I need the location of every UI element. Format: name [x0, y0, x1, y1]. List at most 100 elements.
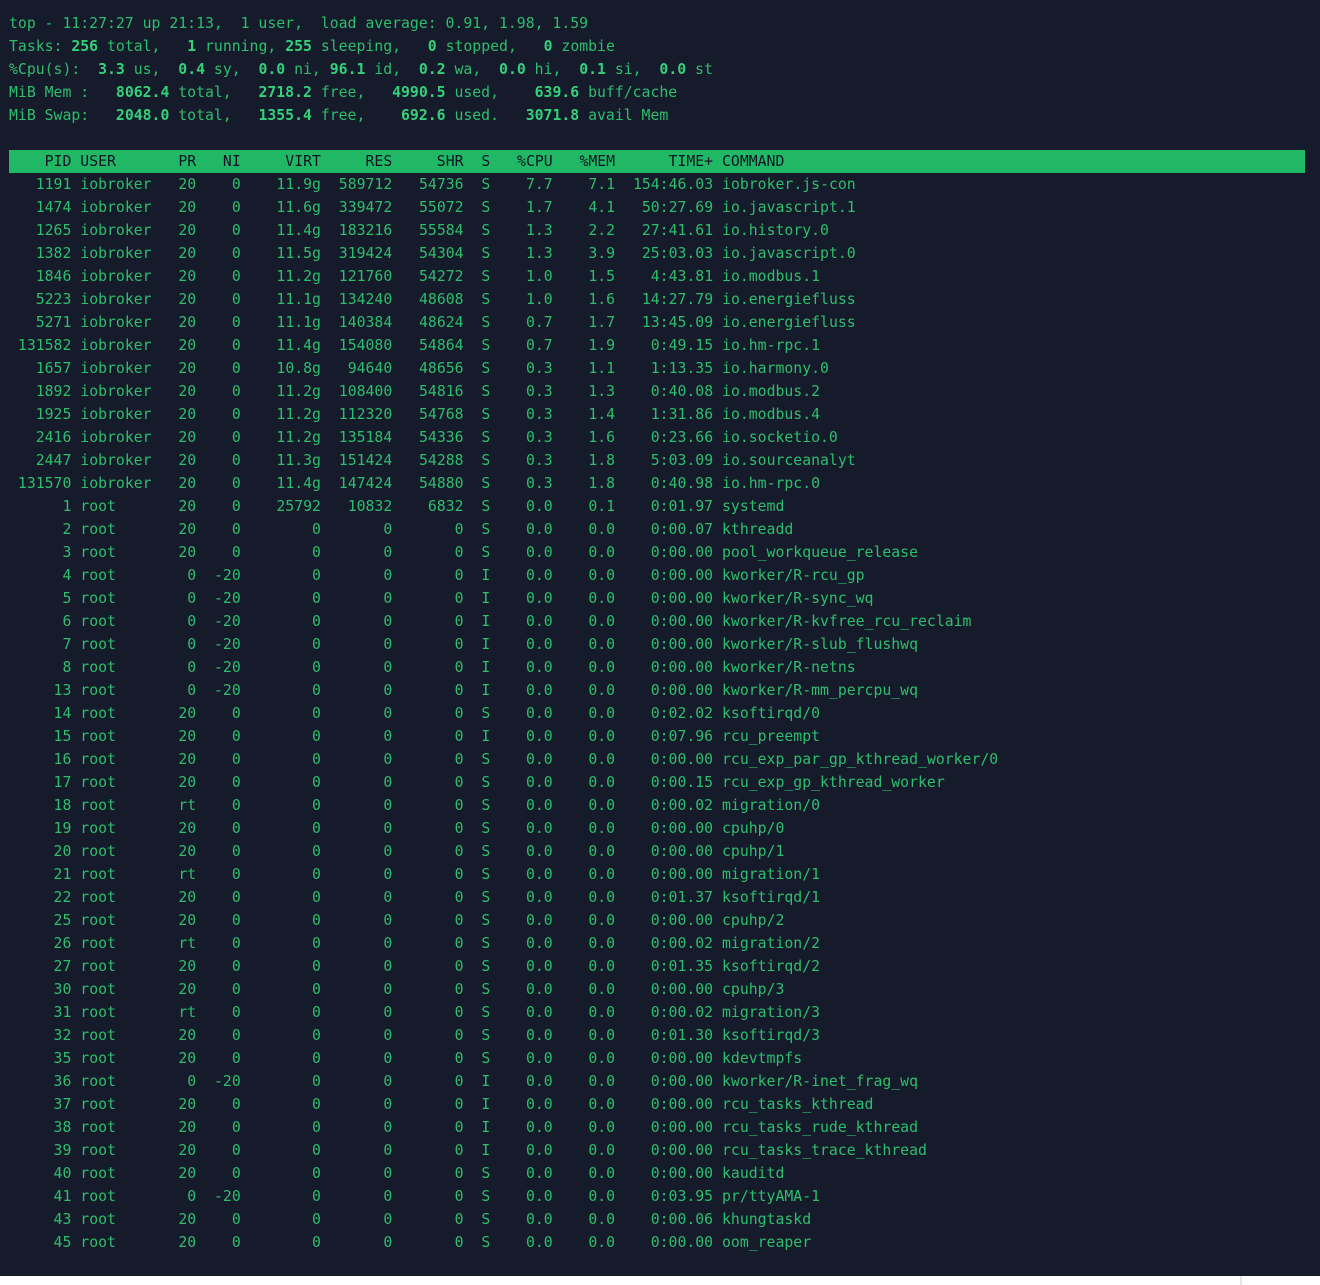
process-row[interactable]: 19 root 20 0 0 0 0 S 0.0 0.0 0:00.00 cpu…	[9, 817, 785, 840]
cell-user: root	[80, 567, 116, 584]
cell-mem: 0.0	[588, 1027, 616, 1044]
process-row[interactable]: 5223 iobroker 20 0 11.1g 134240 48608 S …	[9, 288, 856, 311]
cell-shr: 0	[454, 1165, 464, 1182]
cell-command: ksoftirqd/1	[722, 889, 821, 906]
process-row[interactable]: 39 root 20 0 0 0 0 I 0.0 0.0 0:00.00 rcu…	[9, 1139, 927, 1162]
cell-cpu: 0.0	[525, 521, 553, 538]
process-row[interactable]: 1382 iobroker 20 0 11.5g 319424 54304 S …	[9, 242, 856, 265]
cell-res: 112320	[338, 406, 393, 423]
process-row[interactable]: 5271 iobroker 20 0 11.1g 140384 48624 S …	[9, 311, 856, 334]
process-row[interactable]: 14 root 20 0 0 0 0 S 0.0 0.0 0:02.02 kso…	[9, 702, 820, 725]
cell-ni: 0	[231, 383, 241, 400]
process-row[interactable]: 6 root 0 -20 0 0 0 I 0.0 0.0 0:00.00 kwo…	[9, 610, 971, 633]
cell-cpu: 0.0	[525, 889, 553, 906]
process-row[interactable]: 38 root 20 0 0 0 0 I 0.0 0.0 0:00.00 rcu…	[9, 1116, 918, 1139]
cell-cpu: 0.3	[525, 452, 553, 469]
cell-ni: 0	[231, 1050, 241, 1067]
cell-cpu: 0.0	[525, 1211, 553, 1228]
cell-ni: -20	[214, 636, 241, 653]
summary-value: 8062.4	[115, 84, 170, 101]
cell-pid: 22	[53, 889, 72, 906]
cell-time: 0:00.00	[650, 613, 714, 630]
process-row[interactable]: 1846 iobroker 20 0 11.2g 121760 54272 S …	[9, 265, 820, 288]
cell-pr: 20	[178, 1142, 197, 1159]
terminal-window[interactable]: top - 11:27:27 up 21:13, 1 user, load av…	[0, 0, 1320, 1276]
process-row[interactable]: 2416 iobroker 20 0 11.2g 135184 54336 S …	[9, 426, 838, 449]
cell-pid: 7	[62, 636, 72, 653]
cell-shr: 54768	[419, 406, 464, 423]
cell-virt: 11.2g	[276, 268, 321, 285]
cell-state: S	[481, 268, 491, 285]
process-row[interactable]: 131582 iobroker 20 0 11.4g 154080 54864 …	[9, 334, 820, 357]
process-row[interactable]: 1 root 20 0 25792 10832 6832 S 0.0 0.1 0…	[9, 495, 784, 518]
process-row[interactable]: 1657 iobroker 20 0 10.8g 94640 48656 S 0…	[9, 357, 829, 380]
process-row[interactable]: 8 root 0 -20 0 0 0 I 0.0 0.0 0:00.00 kwo…	[9, 656, 856, 679]
process-row[interactable]: 20 root 20 0 0 0 0 S 0.0 0.0 0:00.00 cpu…	[9, 840, 785, 863]
process-row[interactable]: 18 root rt 0 0 0 0 S 0.0 0.0 0:00.02 mig…	[9, 794, 820, 817]
cell-res: 151424	[338, 452, 393, 469]
process-row[interactable]: 2447 iobroker 20 0 11.3g 151424 54288 S …	[9, 449, 856, 472]
process-row[interactable]: 37 root 20 0 0 0 0 I 0.0 0.0 0:00.00 rcu…	[9, 1093, 874, 1116]
process-row[interactable]: 41 root 0 -20 0 0 0 S 0.0 0.0 0:03.95 pr…	[9, 1185, 820, 1208]
process-row[interactable]: 16 root 20 0 0 0 0 S 0.0 0.0 0:00.00 rcu…	[9, 748, 999, 771]
cell-user: root	[80, 544, 116, 561]
cell-command: iobroker.js-con	[722, 176, 856, 193]
cell-res: 589712	[338, 176, 393, 193]
process-row[interactable]: 1474 iobroker 20 0 11.6g 339472 55072 S …	[9, 196, 856, 219]
cell-user: iobroker	[80, 199, 152, 216]
cell-pr: 0	[187, 613, 197, 630]
cell-state: S	[481, 1165, 491, 1182]
cell-virt: 0	[312, 797, 321, 814]
cell-ni: 0	[231, 1096, 241, 1113]
process-row[interactable]: 32 root 20 0 0 0 0 S 0.0 0.0 0:01.30 kso…	[9, 1024, 820, 1047]
process-row[interactable]: 1191 iobroker 20 0 11.9g 589712 54736 S …	[9, 173, 856, 196]
process-row[interactable]: 43 root 20 0 0 0 0 S 0.0 0.0 0:00.06 khu…	[9, 1208, 812, 1231]
cell-cpu: 0.0	[525, 544, 553, 561]
cell-cpu: 0.0	[525, 636, 553, 653]
process-row[interactable]: 31 root rt 0 0 0 0 S 0.0 0.0 0:00.02 mig…	[9, 1001, 820, 1024]
cell-state: S	[481, 843, 491, 860]
process-row[interactable]: 5 root 0 -20 0 0 0 I 0.0 0.0 0:00.00 kwo…	[9, 587, 873, 610]
process-row[interactable]: 30 root 20 0 0 0 0 S 0.0 0.0 0:00.00 cpu…	[9, 978, 785, 1001]
cell-shr: 0	[454, 1234, 464, 1251]
process-row[interactable]: 22 root 20 0 0 0 0 S 0.0 0.0 0:01.37 kso…	[9, 886, 820, 909]
process-row[interactable]: 35 root 20 0 0 0 0 S 0.0 0.0 0:00.00 kde…	[9, 1047, 803, 1070]
summary-label: Tasks:	[9, 38, 72, 55]
cell-pid: 131582	[17, 337, 72, 354]
process-row[interactable]: 13 root 0 -20 0 0 0 I 0.0 0.0 0:00.00 kw…	[9, 679, 918, 702]
process-row[interactable]: 26 root rt 0 0 0 0 S 0.0 0.0 0:00.02 mig…	[9, 932, 820, 955]
cell-state: S	[481, 199, 491, 216]
cell-pr: 20	[178, 337, 197, 354]
cell-time: 0:00.00	[650, 981, 714, 998]
cell-cpu: 0.0	[525, 498, 553, 515]
process-row[interactable]: 45 root 20 0 0 0 0 S 0.0 0.0 0:00.00 oom…	[9, 1231, 812, 1254]
cell-ni: 0	[231, 889, 241, 906]
cell-ni: 0	[231, 1119, 241, 1136]
process-row[interactable]: 2 root 20 0 0 0 0 S 0.0 0.0 0:00.07 kthr…	[9, 518, 793, 541]
process-row[interactable]: 3 root 20 0 0 0 0 S 0.0 0.0 0:00.00 pool…	[9, 541, 918, 564]
cell-command: kworker/R-netns	[722, 659, 856, 676]
cell-user: root	[80, 1004, 116, 1021]
process-row[interactable]: 21 root rt 0 0 0 0 S 0.0 0.0 0:00.00 mig…	[9, 863, 820, 886]
process-row[interactable]: 1892 iobroker 20 0 11.2g 108400 54816 S …	[9, 380, 820, 403]
process-row[interactable]: 1265 iobroker 20 0 11.4g 183216 55584 S …	[9, 219, 829, 242]
process-row[interactable]: 1925 iobroker 20 0 11.2g 112320 54768 S …	[9, 403, 820, 426]
process-row[interactable]: 131570 iobroker 20 0 11.4g 147424 54880 …	[9, 472, 820, 495]
cell-res: 0	[383, 935, 393, 952]
cell-virt: 11.4g	[276, 337, 321, 354]
cell-time: 0:00.15	[650, 774, 714, 791]
process-row[interactable]: 4 root 0 -20 0 0 0 I 0.0 0.0 0:00.00 kwo…	[9, 564, 864, 587]
cell-time: 0:00.00	[650, 567, 714, 584]
process-row[interactable]: 15 root 20 0 0 0 0 I 0.0 0.0 0:07.96 rcu…	[9, 725, 820, 748]
cell-pid: 30	[53, 981, 72, 998]
process-row[interactable]: 36 root 0 -20 0 0 0 I 0.0 0.0 0:00.00 kw…	[9, 1070, 918, 1093]
cell-time: 0:00.00	[650, 1073, 714, 1090]
process-row[interactable]: 7 root 0 -20 0 0 0 I 0.0 0.0 0:00.00 kwo…	[9, 633, 918, 656]
cell-pid: 3	[62, 544, 72, 561]
process-row[interactable]: 27 root 20 0 0 0 0 S 0.0 0.0 0:01.35 kso…	[9, 955, 820, 978]
cell-pr: 20	[178, 958, 197, 975]
process-row[interactable]: 25 root 20 0 0 0 0 S 0.0 0.0 0:00.00 cpu…	[9, 909, 785, 932]
process-row[interactable]: 17 root 20 0 0 0 0 S 0.0 0.0 0:00.15 rcu…	[9, 771, 945, 794]
process-row[interactable]: 40 root 20 0 0 0 0 S 0.0 0.0 0:00.00 kau…	[9, 1162, 785, 1185]
cell-cpu: 0.0	[525, 567, 553, 584]
